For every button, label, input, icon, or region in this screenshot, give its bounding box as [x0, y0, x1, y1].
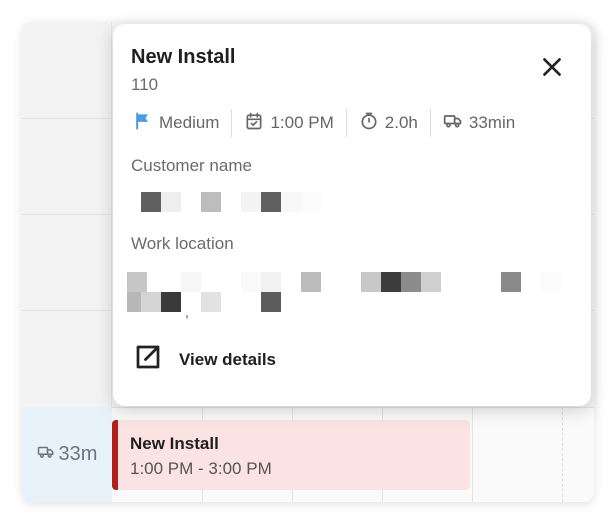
- start-time-label: 1:00 PM: [270, 113, 334, 132]
- close-icon: [543, 58, 561, 76]
- priority-label: Medium: [159, 113, 220, 132]
- work-location-label: Work location: [131, 234, 234, 253]
- event-popover: New Install 110 Medium 1:00 PM 2.0h 33mi…: [113, 24, 591, 406]
- travel-time-cell: 33m: [22, 407, 112, 502]
- travel-time-label: 33m: [58, 443, 98, 465]
- view-details-link[interactable]: View details: [133, 342, 276, 377]
- location-punct: ,: [185, 304, 189, 320]
- popover-title: New Install: [131, 46, 236, 68]
- event-meta-row: Medium 1:00 PM 2.0h 33min: [131, 108, 527, 138]
- event-title: New Install: [130, 434, 219, 453]
- popover-subtitle: 110: [131, 75, 159, 94]
- event-block[interactable]: New Install 1:00 PM - 3:00 PM: [112, 420, 470, 490]
- duration-meta: 2.0h: [345, 109, 430, 137]
- grid-column-line: [562, 407, 563, 502]
- view-details-label: View details: [179, 349, 277, 369]
- truck-icon: [443, 111, 463, 136]
- flag-icon: [133, 111, 153, 136]
- event-time: 1:00 PM - 3:00 PM: [130, 459, 272, 478]
- duration-label: 2.0h: [384, 113, 418, 132]
- priority-meta: Medium: [131, 109, 231, 137]
- stopwatch-icon: [359, 111, 379, 136]
- customer-name-label: Customer name: [131, 156, 252, 175]
- travel-meta: 33min: [429, 109, 527, 137]
- truck-icon: [37, 443, 55, 467]
- grid-column-line: [472, 407, 473, 502]
- travel-label: 33min: [468, 113, 516, 132]
- start-time-meta: 1:00 PM: [231, 109, 345, 137]
- close-button[interactable]: [539, 54, 565, 80]
- calendar-check-icon: [244, 111, 264, 136]
- external-link-icon: [133, 342, 163, 377]
